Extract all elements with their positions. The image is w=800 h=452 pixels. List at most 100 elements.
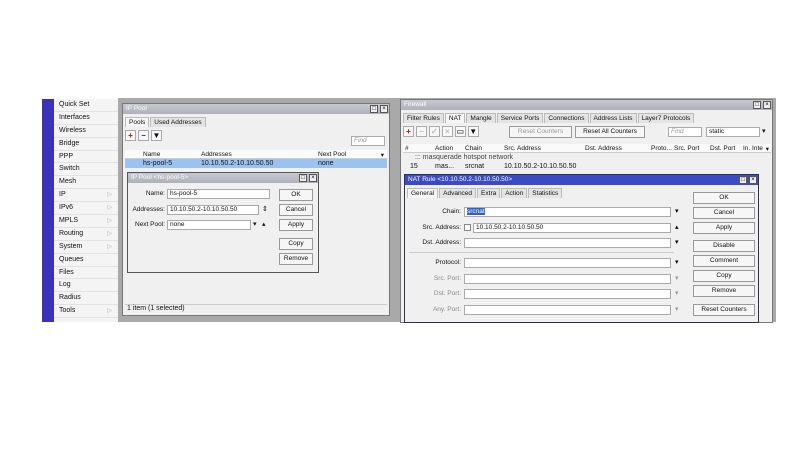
tab-nat[interactable]: NAT	[444, 113, 466, 123]
menu-item-quick-set[interactable]: Quick Set	[54, 99, 118, 112]
comment-button[interactable]: Comment	[693, 255, 755, 267]
close-icon[interactable]: ×	[749, 176, 757, 184]
src-port-field[interactable]	[464, 274, 671, 284]
src-invert-checkbox[interactable]	[464, 224, 471, 231]
close-icon[interactable]: ×	[763, 101, 771, 109]
table-row[interactable]: hs-pool-5 10.10.50.2-10.10.50.50 none	[125, 159, 387, 168]
close-icon[interactable]: ×	[309, 174, 317, 182]
menu-item-queues[interactable]: Queues	[54, 254, 118, 267]
tab-extra[interactable]: Extra	[477, 188, 501, 198]
filter-icon[interactable]: ▼	[150, 130, 162, 141]
menu-item-switch[interactable]: Switch	[54, 163, 118, 177]
comment-icon[interactable]: ▭	[454, 126, 466, 137]
col-5[interactable]: Proto...	[651, 145, 672, 152]
col-1[interactable]: Action	[435, 145, 453, 152]
remove-icon[interactable]: −	[415, 126, 427, 137]
tab-layer7-protocols[interactable]: Layer7 Protocols	[637, 113, 695, 123]
collapse-icon[interactable]: ▴	[262, 220, 266, 228]
filter-select[interactable]: static	[706, 127, 760, 137]
remove-button[interactable]: Remove	[693, 285, 755, 297]
dropdown-icon[interactable]: ▾	[675, 258, 679, 266]
menu-item-system[interactable]: System ▷	[54, 241, 118, 254]
col-8[interactable]: In. Inte	[743, 145, 763, 152]
ok-button[interactable]: OK	[693, 192, 755, 204]
maximize-icon[interactable]: □	[370, 105, 378, 113]
apply-button[interactable]: Apply	[693, 222, 755, 234]
menu-item-interfaces[interactable]: Interfaces	[54, 112, 118, 125]
dst-port-field[interactable]	[464, 289, 671, 299]
cancel-button[interactable]: Cancel	[693, 207, 755, 219]
col-addresses[interactable]: Addresses	[201, 151, 232, 158]
dropdown-icon[interactable]: ▾	[675, 274, 679, 282]
find-input[interactable]: Find	[351, 136, 385, 146]
find-input[interactable]: Find	[668, 127, 702, 137]
enable-icon[interactable]: ✓	[428, 126, 440, 137]
apply-button[interactable]: Apply	[279, 219, 313, 231]
reset-counters-button[interactable]: Reset Counters	[509, 126, 572, 138]
tab-general[interactable]: General	[407, 188, 439, 198]
menu-item-mpls[interactable]: MPLS ▷	[54, 215, 118, 228]
tab-action[interactable]: Action	[501, 188, 528, 198]
col-3[interactable]: Src. Address	[504, 145, 541, 152]
menu-item-log[interactable]: Log	[54, 279, 118, 293]
disable-button[interactable]: Disable	[693, 240, 755, 252]
column-menu-icon[interactable]: ▾	[766, 145, 769, 153]
tab-advanced[interactable]: Advanced	[439, 188, 477, 198]
menu-item-bridge[interactable]: Bridge	[54, 138, 118, 151]
filter-icon[interactable]: ▼	[467, 126, 479, 137]
dropdown-icon[interactable]: ▾	[675, 238, 679, 246]
close-icon[interactable]: ×	[380, 105, 388, 113]
menu-item-mesh[interactable]: Mesh	[54, 176, 118, 190]
table-row[interactable]: 15 mas... srcnat 10.10.50.2-10.10.50.50	[403, 162, 771, 171]
menu-item-wireless[interactable]: Wireless	[54, 125, 118, 138]
dropdown-icon[interactable]: ▾	[675, 207, 679, 215]
col-0[interactable]: #	[405, 145, 409, 152]
add-icon[interactable]: +	[125, 130, 136, 141]
dropdown-icon[interactable]: ▾	[675, 305, 679, 313]
column-menu-icon[interactable]: ▾	[381, 151, 384, 159]
maximize-icon[interactable]: □	[753, 101, 761, 109]
menu-item-ppp[interactable]: PPP	[54, 151, 118, 164]
ok-button[interactable]: OK	[279, 189, 313, 201]
tab-used-addresses[interactable]: Used Addresses	[150, 117, 206, 127]
dropdown-icon[interactable]: ▾	[675, 289, 679, 297]
tab-service-ports[interactable]: Service Ports	[496, 113, 544, 123]
menu-item-ipv6[interactable]: IPv6 ▷	[54, 202, 118, 216]
name-field[interactable]: hs-pool-5	[167, 189, 270, 199]
menu-item-tools[interactable]: Tools ▷	[54, 305, 118, 319]
menu-item-files[interactable]: Files	[54, 267, 118, 280]
tab-address-lists[interactable]: Address Lists	[589, 113, 637, 123]
disable-icon[interactable]: ×	[441, 126, 453, 137]
tab-connections[interactable]: Connections	[544, 113, 589, 123]
reset-counters-button[interactable]: Reset Counters	[693, 304, 755, 316]
chain-select[interactable]: srcnat	[464, 207, 671, 217]
menu-item-radius[interactable]: Radius	[54, 292, 118, 306]
protocol-select[interactable]	[464, 258, 671, 268]
col-4[interactable]: Dst. Address	[585, 145, 622, 152]
menu-item-routing[interactable]: Routing ▷	[54, 228, 118, 241]
copy-button[interactable]: Copy	[279, 238, 313, 250]
col-name[interactable]: Name	[143, 151, 160, 158]
any-port-field[interactable]	[464, 305, 671, 315]
remove-button[interactable]: Remove	[279, 253, 313, 265]
reset-all-counters-button[interactable]: Reset All Counters	[575, 126, 645, 138]
tab-statistics[interactable]: Statistics	[528, 188, 563, 198]
dst-address-field[interactable]	[464, 238, 671, 248]
col-7[interactable]: Dst. Port	[710, 145, 735, 152]
copy-button[interactable]: Copy	[693, 270, 755, 282]
next-pool-select[interactable]: none	[167, 220, 251, 230]
dropdown-icon[interactable]: ▴	[675, 223, 679, 231]
menu-item-ip[interactable]: IP ▷	[54, 189, 118, 203]
addresses-field[interactable]: 10.10.50.2-10.10.50.50	[167, 205, 259, 215]
src-address-field[interactable]: 10.10.50.2-10.10.50.50	[473, 223, 671, 233]
remove-icon[interactable]: −	[137, 130, 149, 141]
col-2[interactable]: Chain	[465, 145, 482, 152]
dropdown-icon[interactable]: ▾	[762, 127, 766, 135]
updown-icon[interactable]: ⇕	[262, 205, 268, 213]
tab-pools[interactable]: Pools	[125, 117, 150, 127]
cancel-button[interactable]: Cancel	[279, 204, 313, 216]
maximize-icon[interactable]: □	[299, 174, 307, 182]
tab-filter-rules[interactable]: Filter Rules	[403, 113, 444, 123]
add-icon[interactable]: +	[403, 126, 414, 137]
col-6[interactable]: Src. Port	[674, 145, 699, 152]
